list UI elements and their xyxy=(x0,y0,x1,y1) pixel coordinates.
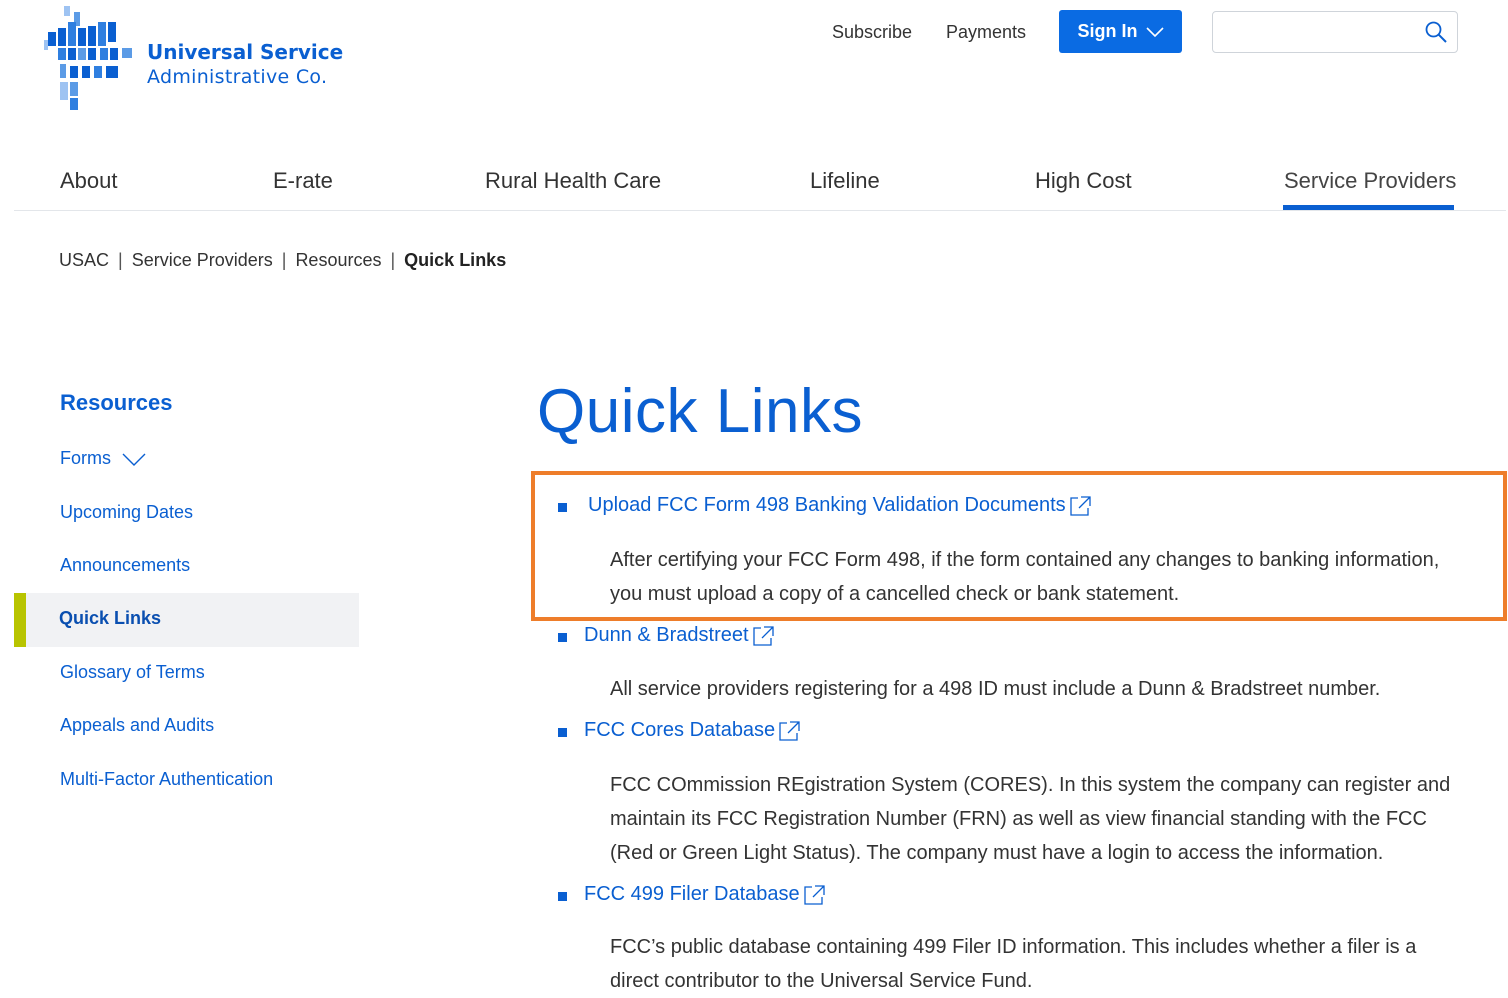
quick-link-fcc-cores-database[interactable]: FCC Cores Database xyxy=(558,719,801,742)
nav-item-about[interactable]: About xyxy=(60,168,118,208)
sidebar-item-label: Quick Links xyxy=(59,608,162,628)
sign-in-button[interactable]: Sign In xyxy=(1059,10,1182,53)
sidebar-title: Resources xyxy=(60,390,173,415)
search-icon[interactable] xyxy=(1424,20,1448,44)
quick-link-description: FCC COmmission REgistration System (CORE… xyxy=(610,774,1451,864)
sidebar-item-multi-factor-authentication[interactable]: Multi-Factor Authentication xyxy=(60,769,273,790)
breadcrumb-separator: | xyxy=(281,250,287,270)
breadcrumb-usac[interactable]: USAC xyxy=(59,250,109,271)
quick-link-description: FCC’s public database containing 499 Fil… xyxy=(610,936,1417,992)
nav-item-e-rate[interactable]: E-rate xyxy=(273,168,333,208)
bullet-icon xyxy=(558,503,567,512)
breadcrumb-separator: | xyxy=(390,250,396,270)
nav-active-indicator xyxy=(1283,205,1454,210)
quick-link-description: After certifying your FCC Form 498, if t… xyxy=(610,549,1440,605)
usac-logo[interactable]: Universal Service Administrative Co. xyxy=(44,6,344,110)
breadcrumb-current: Quick Links xyxy=(404,250,507,270)
logo-text: Universal Service Administrative Co. xyxy=(147,40,343,90)
quick-link-label: FCC 499 Filer Database xyxy=(584,883,800,905)
payments-link[interactable]: Payments xyxy=(946,18,1026,46)
sidebar-item-announcements[interactable]: Announcements xyxy=(60,555,190,576)
bullet-icon xyxy=(558,892,567,901)
external-link-icon xyxy=(752,625,774,646)
page-title: Quick Links xyxy=(537,377,863,446)
quick-link-label: FCC Cores Database xyxy=(584,719,776,741)
external-link-icon xyxy=(1069,495,1091,516)
sidebar-item-upcoming-dates[interactable]: Upcoming Dates xyxy=(60,502,193,523)
breadcrumb-resources[interactable]: Resources xyxy=(295,250,381,271)
subscribe-link[interactable]: Subscribe xyxy=(832,18,912,46)
nav-item-rural-health-care[interactable]: Rural Health Care xyxy=(485,168,661,208)
logo-line2: Administrative Co. xyxy=(147,66,328,88)
quick-link-dunn-bradstreet[interactable]: Dunn & Bradstreet xyxy=(558,624,775,647)
nav-item-service-providers[interactable]: Service Providers xyxy=(1284,168,1456,208)
nav-item-lifeline[interactable]: Lifeline xyxy=(810,168,880,208)
bullet-icon xyxy=(558,728,567,737)
nav-item-high-cost[interactable]: High Cost xyxy=(1035,168,1132,208)
search-input[interactable] xyxy=(1221,12,1421,50)
quick-link-fcc-499-filer-database[interactable]: FCC 499 Filer Database xyxy=(558,883,826,906)
logo-line1: Universal Service xyxy=(147,40,344,64)
chevron-down-icon xyxy=(122,453,146,466)
sidebar-item-quick-links[interactable]: Quick Links xyxy=(14,593,359,647)
breadcrumb-separator: | xyxy=(118,250,123,270)
sidebar-item-label: Forms xyxy=(60,448,111,468)
quick-link-upload-form-498[interactable]: Upload FCC Form 498 Banking Validation D… xyxy=(558,494,1092,517)
main-nav: About E-rate Rural Health Care Lifeline … xyxy=(14,160,1506,211)
sidebar-item-appeals-and-audits[interactable]: Appeals and Audits xyxy=(60,715,214,736)
sign-in-label: Sign In xyxy=(1077,21,1138,41)
breadcrumb-service-providers[interactable]: Service Providers xyxy=(132,250,273,271)
external-link-icon xyxy=(779,720,800,741)
search-box xyxy=(1212,11,1458,53)
breadcrumb: USAC | Service Providers | Resources | Q… xyxy=(59,250,506,271)
sidebar-item-glossary-of-terms[interactable]: Glossary of Terms xyxy=(60,662,205,683)
sidebar-item-forms[interactable]: Forms xyxy=(60,448,147,469)
quick-link-label: Upload FCC Form 498 Banking Validation D… xyxy=(588,494,1066,516)
quick-link-description: All service providers registering for a … xyxy=(610,678,1381,700)
quick-link-label: Dunn & Bradstreet xyxy=(584,624,749,646)
chevron-down-icon xyxy=(1145,26,1164,37)
external-link-icon xyxy=(804,884,825,905)
bullet-icon xyxy=(558,633,567,642)
usac-logo-icon xyxy=(44,6,132,110)
